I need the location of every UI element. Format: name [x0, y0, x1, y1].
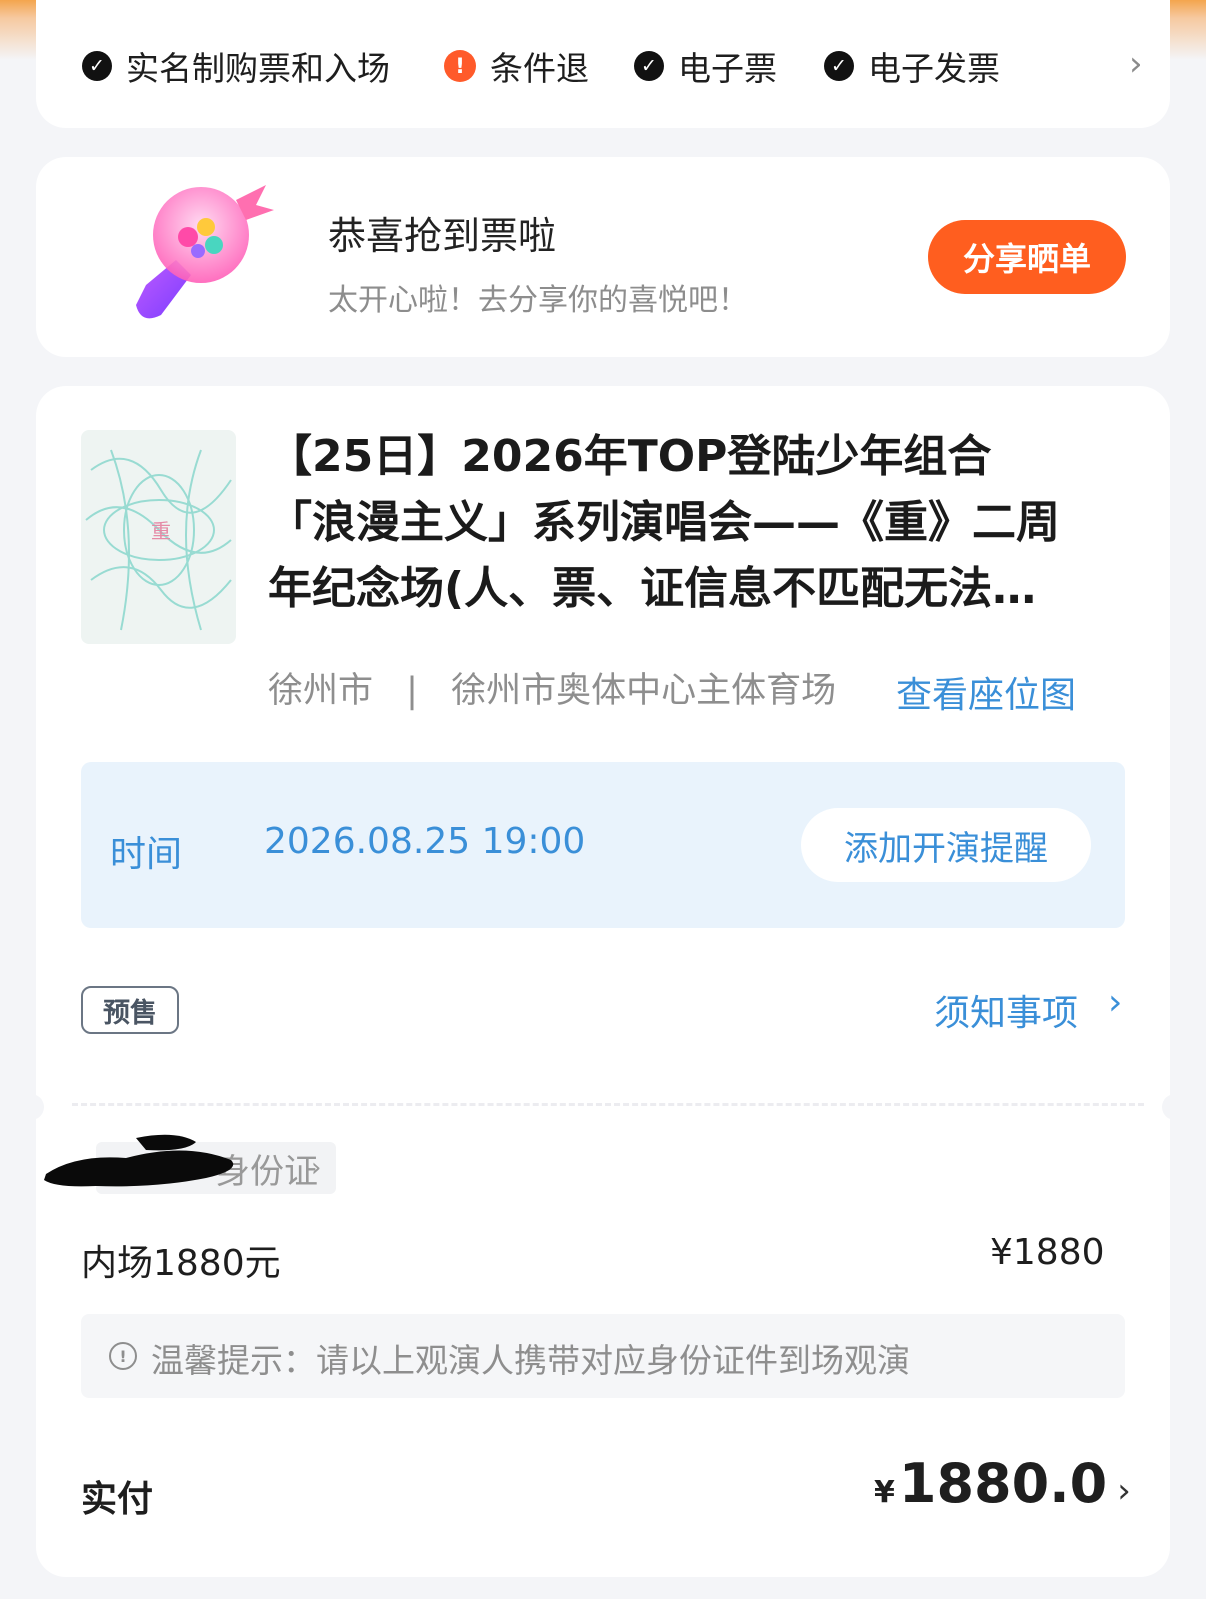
notice-link[interactable]: 须知事项	[934, 984, 1078, 1036]
separator: |	[406, 671, 418, 711]
paid-label: 实付	[81, 1479, 154, 1520]
features-strip[interactable]: ✓ 实名制购票和入场 ! 条件退 ✓ 电子票 ✓ 电子发票 ›	[36, 0, 1170, 128]
redaction-scribble	[44, 1134, 234, 1187]
feature-e-ticket: ✓ 电子票	[634, 46, 777, 88]
event-title-line: 【25日】2026年TOP登陆少年组合	[268, 431, 992, 482]
ticket-notch-left	[18, 1094, 44, 1120]
feature-label: 条件退	[490, 49, 589, 88]
congrats-subtitle: 太开心啦！去分享你的喜悦吧！	[328, 283, 748, 318]
feature-label: 电子票	[678, 49, 777, 88]
chevron-right-icon: ›	[1117, 1471, 1131, 1511]
lightstick-illustration	[136, 185, 274, 319]
time-value: 2026.08.25 19:00	[264, 821, 586, 862]
city: 徐州市	[268, 671, 374, 711]
time-panel: 时间 2026.08.25 19:00 添加开演提醒	[81, 762, 1125, 928]
dashed-divider	[72, 1103, 1144, 1106]
order-card: 重 【25日】2026年TOP登陆少年组合 「浪漫主义」系列演唱会——《重》二周…	[18, 386, 1188, 1577]
event-title-line: 年纪念场(人、票、证信息不匹配无法…	[268, 563, 1037, 614]
poster-glyph: 重	[151, 519, 171, 543]
venue-name: 徐州市奥体中心主体育场	[451, 671, 837, 711]
check-circle-icon: ✓	[634, 51, 664, 81]
chevron-right-icon: ›	[311, 1153, 322, 1183]
tip-panel: ! 温馨提示：请以上观演人携带对应身份证件到场观演	[81, 1314, 1125, 1398]
congrats-title: 恭喜抢到票啦	[328, 214, 557, 258]
venue-info: 徐州市 | 徐州市奥体中心主体育场	[268, 662, 836, 713]
presale-badge: 预售	[81, 986, 179, 1034]
seatmap-link[interactable]: 查看座位图	[896, 666, 1076, 718]
paid-amount[interactable]: ¥ 1880.0 ›	[874, 1452, 1131, 1515]
ticket-price: ¥1880	[990, 1232, 1105, 1273]
share-button[interactable]: 分享晒单	[928, 220, 1126, 294]
feature-label: 电子发票	[868, 49, 1000, 88]
event-poster[interactable]: 重	[81, 430, 236, 644]
feature-conditional-refund: ! 条件退	[444, 46, 589, 88]
ticket-tier: 内场1880元	[81, 1243, 281, 1284]
fade-overlay	[996, 30, 1076, 100]
time-label: 时间	[110, 834, 183, 875]
event-title[interactable]: 【25日】2026年TOP登陆少年组合 「浪漫主义」系列演唱会——《重》二周 年…	[268, 424, 1148, 622]
info-icon: !	[109, 1342, 137, 1370]
congrats-card: 恭喜抢到票啦 太开心啦！去分享你的喜悦吧！ 分享晒单	[36, 157, 1170, 357]
ticket-notch-right	[1162, 1094, 1188, 1120]
check-circle-icon: ✓	[82, 51, 112, 81]
tip-text: 温馨提示：请以上观演人携带对应身份证件到场观演	[151, 1341, 910, 1380]
feature-label: 实名制购票和入场	[126, 49, 390, 88]
chevron-right-icon[interactable]: ›	[1108, 982, 1122, 1023]
add-reminder-button[interactable]: 添加开演提醒	[801, 808, 1091, 882]
currency-symbol: ¥	[874, 1475, 895, 1510]
check-circle-icon: ✓	[824, 51, 854, 81]
event-title-line: 「浪漫主义」系列演唱会——《重》二周	[268, 497, 1060, 548]
feature-real-name: ✓ 实名制购票和入场	[82, 46, 390, 88]
feature-e-invoice: ✓ 电子发票	[824, 46, 1000, 88]
chevron-right-icon[interactable]: ›	[1129, 44, 1143, 84]
paid-value: 1880.0	[898, 1452, 1108, 1515]
warning-circle-icon: !	[444, 50, 476, 82]
